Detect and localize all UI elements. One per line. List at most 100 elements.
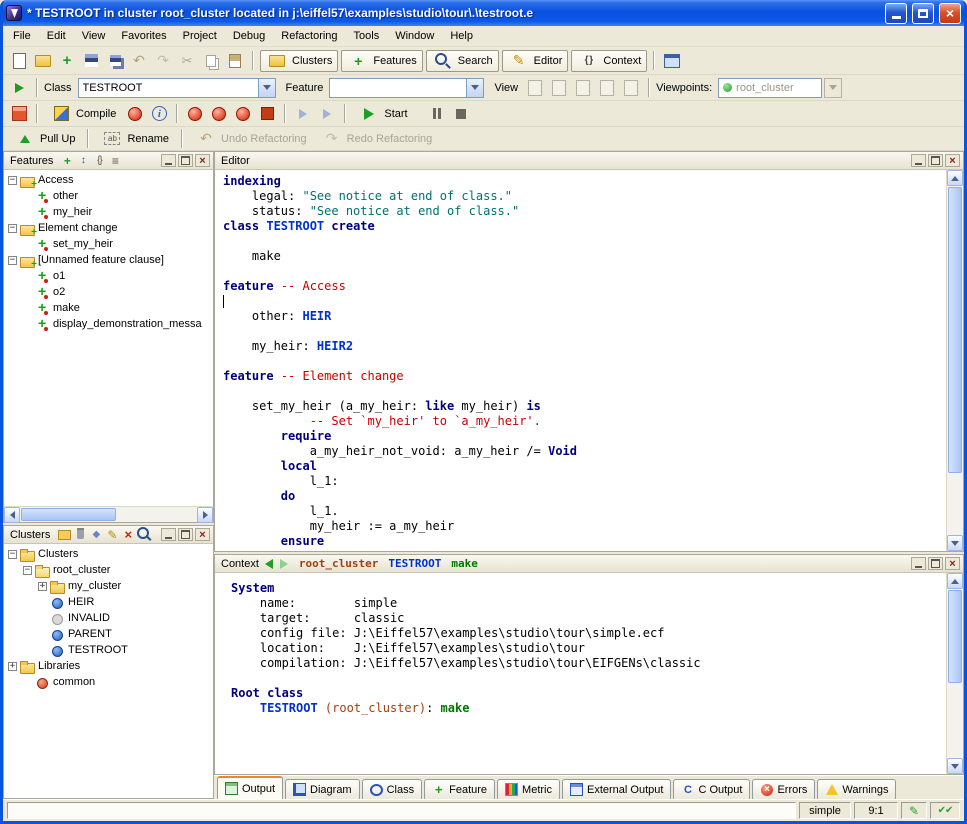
class-tool-icon[interactable]	[8, 77, 30, 99]
maximize-button[interactable]	[912, 3, 934, 24]
toggle-search-button[interactable]: Search	[426, 50, 499, 72]
new-folder-icon[interactable]	[56, 528, 72, 542]
open-icon[interactable]	[32, 50, 54, 72]
panel-minimize-button[interactable]	[911, 154, 926, 167]
step-over-icon[interactable]	[292, 103, 314, 125]
panel-close-button[interactable]: ×	[195, 154, 210, 167]
clusters-tree[interactable]: −Clusters−root_cluster+my_clusterHEIRINV…	[4, 544, 213, 798]
menu-favorites[interactable]: Favorites	[113, 27, 174, 45]
plus-expander-icon[interactable]: +	[38, 582, 47, 591]
status-compile-indicator[interactable]: ✔✔	[930, 802, 960, 819]
scrollbar-thumb[interactable]	[948, 590, 962, 683]
stop-icon[interactable]	[450, 103, 472, 125]
panel-close-button[interactable]: ×	[945, 557, 960, 570]
close-button[interactable]: ×	[939, 3, 961, 24]
save-icon[interactable]	[80, 50, 102, 72]
minus-expander-icon[interactable]: −	[8, 550, 17, 559]
edit-icon[interactable]	[104, 528, 120, 542]
minus-expander-icon[interactable]: −	[8, 256, 17, 265]
status-edit-indicator[interactable]: ✎	[901, 802, 927, 819]
panel-minimize-button[interactable]	[161, 528, 176, 541]
panel-close-button[interactable]: ×	[945, 154, 960, 167]
redo-refactoring-button[interactable]: Redo Refactoring	[315, 128, 439, 150]
tree-item-other[interactable]: other	[4, 188, 213, 204]
breadcrumb-root_cluster[interactable]: root_cluster	[299, 557, 378, 570]
tree-item-my-heir[interactable]: my_heir	[4, 204, 213, 220]
stop-application-icon[interactable]	[256, 103, 278, 125]
sort-icon[interactable]	[75, 154, 91, 168]
list-icon[interactable]	[107, 154, 123, 168]
view-option-icon[interactable]	[524, 77, 546, 99]
pull-up-button[interactable]: Pull Up	[8, 128, 81, 150]
scroll-down-icon[interactable]	[947, 535, 963, 551]
minus-expander-icon[interactable]: −	[8, 224, 17, 233]
tree-item-access[interactable]: −Access	[4, 172, 213, 188]
tree-item-o1[interactable]: o1	[4, 268, 213, 284]
view-option-icon[interactable]	[572, 77, 594, 99]
tab-external-output[interactable]: External Output	[562, 779, 671, 799]
new-class-icon[interactable]	[56, 50, 78, 72]
history-back-icon[interactable]	[265, 559, 273, 569]
features-hscrollbar[interactable]	[4, 506, 213, 522]
remove-icon[interactable]	[120, 528, 136, 542]
undo-refactoring-button[interactable]: Undo Refactoring	[189, 128, 313, 150]
breadcrumb-make[interactable]: make	[451, 557, 478, 570]
compile-button[interactable]: Compile	[44, 103, 122, 125]
viewpoints-dropdown-button[interactable]	[824, 78, 842, 98]
tree-item-element-change[interactable]: −Element change	[4, 220, 213, 236]
breakpoints-enabled-icon[interactable]	[184, 103, 206, 125]
tree-item-o2[interactable]: o2	[4, 284, 213, 300]
feature-combo[interactable]	[329, 78, 484, 98]
features-tree[interactable]: −Accessothermy_heir−Element changeset_my…	[4, 170, 213, 506]
history-forward-icon[interactable]	[280, 559, 288, 569]
step-into-icon[interactable]	[316, 103, 338, 125]
scroll-left-icon[interactable]	[4, 507, 20, 523]
chevron-down-icon[interactable]	[466, 79, 483, 97]
melt-icon[interactable]	[8, 103, 30, 125]
tree-item-display-demonstration-messa[interactable]: display_demonstration_messa	[4, 316, 213, 332]
delete-icon[interactable]	[72, 528, 88, 542]
editor-vscrollbar[interactable]	[946, 170, 963, 551]
tab-output[interactable]: Output	[217, 776, 283, 799]
tab-warnings[interactable]: Warnings	[817, 779, 896, 799]
panel-maximize-button[interactable]	[928, 557, 943, 570]
tab-diagram[interactable]: Diagram	[285, 779, 360, 799]
rename-button[interactable]: Rename	[95, 128, 175, 150]
chevron-down-icon[interactable]	[258, 79, 275, 97]
breadcrumb-TESTROOT[interactable]: TESTROOT	[388, 557, 441, 570]
diagram-tool-icon[interactable]	[661, 50, 683, 72]
tree-item-set-my-heir[interactable]: set_my_heir	[4, 236, 213, 252]
tree-item--unnamed-feature-clause-[interactable]: −[Unnamed feature clause]	[4, 252, 213, 268]
start-button[interactable]: Start	[352, 103, 413, 125]
tree-item-clusters[interactable]: −Clusters	[4, 546, 213, 562]
scrollbar-thumb[interactable]	[948, 187, 962, 473]
panel-maximize-button[interactable]	[928, 154, 943, 167]
toggle-features-button[interactable]: Features	[341, 50, 422, 72]
context-output-area[interactable]: System name: simple target: classic conf…	[215, 573, 946, 774]
search-small-icon[interactable]	[136, 528, 152, 542]
menu-tools[interactable]: Tools	[346, 27, 388, 45]
scroll-down-icon[interactable]	[947, 758, 963, 774]
info-icon[interactable]	[148, 103, 170, 125]
clear-breakpoints-icon[interactable]	[232, 103, 254, 125]
minus-expander-icon[interactable]: −	[8, 176, 17, 185]
tree-item-parent[interactable]: PARENT	[4, 626, 213, 642]
tab-c-output[interactable]: C Output	[673, 779, 750, 799]
viewpoints-combo[interactable]: root_cluster	[718, 78, 822, 98]
panel-minimize-button[interactable]	[161, 154, 176, 167]
tree-item-invalid[interactable]: INVALID	[4, 610, 213, 626]
menu-edit[interactable]: Edit	[39, 27, 74, 45]
save-all-icon[interactable]	[104, 50, 126, 72]
menu-help[interactable]: Help	[442, 27, 481, 45]
scrollbar-thumb[interactable]	[21, 508, 116, 521]
toggle-clusters-button[interactable]: Clusters	[260, 50, 338, 72]
breakpoints-disabled-icon[interactable]	[208, 103, 230, 125]
context-vscrollbar[interactable]	[946, 573, 963, 774]
toggle-editor-button[interactable]: Editor	[502, 50, 569, 72]
tab-metric[interactable]: Metric	[497, 779, 560, 799]
copy-icon[interactable]	[200, 50, 222, 72]
tab-feature[interactable]: Feature	[424, 779, 495, 799]
titlebar[interactable]: * TESTROOT in cluster root_cluster locat…	[3, 0, 964, 26]
tree-item-heir[interactable]: HEIR	[4, 594, 213, 610]
diamond-icon[interactable]	[88, 528, 104, 542]
